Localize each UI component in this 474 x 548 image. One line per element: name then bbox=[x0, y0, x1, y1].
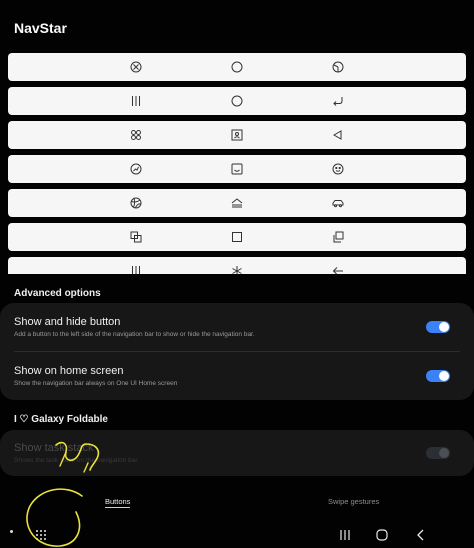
page-title: NavStar bbox=[14, 20, 67, 36]
button-style-row-1[interactable] bbox=[8, 53, 466, 81]
copy-squares-icon bbox=[331, 230, 345, 244]
navbar-back-icon[interactable] bbox=[415, 528, 427, 546]
button-style-row-6[interactable] bbox=[8, 223, 466, 251]
option-show-on-home-screen[interactable]: Show on home screen Show the navigation … bbox=[14, 365, 177, 387]
option-title: Show and hide button bbox=[14, 316, 121, 328]
smiley-face-icon bbox=[331, 162, 345, 176]
button-style-row-4[interactable] bbox=[8, 155, 466, 183]
return-arrow-icon bbox=[331, 94, 345, 108]
recents-lines-icon bbox=[129, 94, 143, 108]
button-style-row-2[interactable] bbox=[8, 87, 466, 115]
section-title-advanced: Advanced options bbox=[14, 288, 101, 299]
tab-swipe-gestures[interactable]: Swipe gestures bbox=[328, 497, 379, 506]
toggle-knob bbox=[439, 322, 449, 332]
smile-square-icon bbox=[230, 162, 244, 176]
advanced-options-card: Show and hide button Add a button to the… bbox=[0, 303, 474, 400]
circle-chart-icon bbox=[129, 162, 143, 176]
option-title: Show task stack bbox=[14, 442, 94, 454]
overlap-squares-icon bbox=[129, 230, 143, 244]
show-hide-button-toggle[interactable] bbox=[426, 321, 450, 333]
button-style-row-7[interactable] bbox=[8, 257, 466, 274]
car-icon bbox=[331, 196, 345, 210]
toggle-knob bbox=[439, 448, 449, 458]
asterisk-icon bbox=[230, 264, 244, 274]
section-title-foldable: I ♡ Galaxy Foldable bbox=[14, 414, 108, 425]
foldable-options-card: Show task stack Shows the task stack on … bbox=[0, 430, 474, 476]
option-show-hide-button[interactable]: Show and hide button Add a button to the… bbox=[14, 316, 255, 338]
tab-buttons[interactable]: Buttons bbox=[105, 497, 131, 508]
triangle-back-icon bbox=[331, 128, 345, 142]
option-subtitle: Shows the task stack on the navigation b… bbox=[14, 457, 140, 464]
button-style-row-5[interactable] bbox=[8, 189, 466, 217]
navbar-grid-icon[interactable] bbox=[35, 528, 47, 546]
four-dots-icon bbox=[129, 128, 143, 142]
home-stack-icon bbox=[230, 196, 244, 210]
toggle-knob bbox=[439, 371, 449, 381]
recents-lines-icon bbox=[129, 264, 143, 274]
divider bbox=[14, 351, 460, 352]
left-arrow-icon bbox=[331, 264, 345, 274]
square-icon bbox=[230, 230, 244, 244]
circle-x-icon bbox=[129, 60, 143, 74]
circle-icon bbox=[230, 94, 244, 108]
show-task-stack-toggle[interactable] bbox=[426, 447, 450, 459]
show-on-home-screen-toggle[interactable] bbox=[426, 370, 450, 382]
circle-icon bbox=[230, 60, 244, 74]
portrait-frame-icon bbox=[230, 128, 244, 142]
option-subtitle: Show the navigation bar always on One UI… bbox=[14, 380, 178, 387]
option-subtitle: Add a button to the left side of the nav… bbox=[14, 331, 255, 338]
option-show-task-stack[interactable]: Show task stack Shows the task stack on … bbox=[14, 442, 139, 464]
option-title: Show on home screen bbox=[14, 365, 124, 377]
navbar-recents-icon[interactable] bbox=[339, 528, 351, 546]
button-style-list[interactable] bbox=[0, 50, 474, 274]
navbar-hide-dot-icon[interactable] bbox=[10, 530, 13, 533]
dribbble-ball-icon bbox=[129, 196, 143, 210]
circle-slice-icon bbox=[331, 60, 345, 74]
navbar-home-icon[interactable] bbox=[376, 528, 388, 546]
button-style-row-3[interactable] bbox=[8, 121, 466, 149]
